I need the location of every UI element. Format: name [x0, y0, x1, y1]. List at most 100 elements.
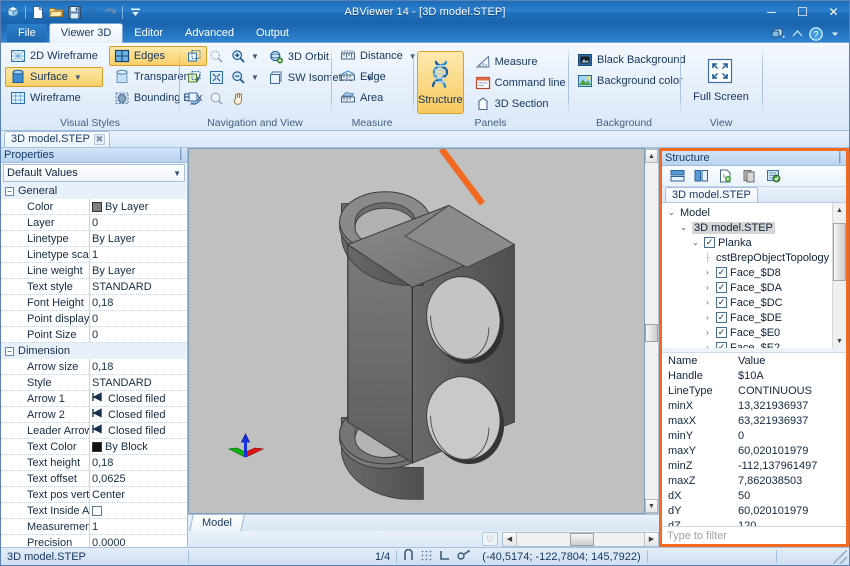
maximize-button[interactable]: ☐ — [787, 1, 818, 23]
property-value[interactable]: By Block — [89, 441, 187, 453]
property-value[interactable]: Closed filed — [89, 408, 187, 421]
chevron-down-icon[interactable]: ⌄ — [690, 238, 701, 247]
pin-icon[interactable]: ⏐ — [837, 152, 843, 165]
button-2d-wireframe[interactable]: 2D Wireframe — [5, 46, 103, 66]
tree-scroll-thumb[interactable] — [833, 223, 846, 281]
grid-row-handle[interactable]: Handle $10A — [662, 368, 846, 383]
tree-node-face-e0[interactable]: › ✓ Face_$E0 — [662, 325, 832, 340]
property-value[interactable]: 1 — [89, 249, 187, 261]
button-measure-edge[interactable]: Edge — [335, 67, 422, 87]
grid-row-maxy[interactable]: maxY 60,020101979 — [662, 443, 846, 458]
chevron-down-icon[interactable]: ⌄ — [678, 223, 689, 232]
undo-icon[interactable] — [84, 4, 100, 20]
viewport-vertical-scrollbar[interactable]: ▲ ▼ — [645, 148, 659, 514]
checkbox[interactable] — [92, 505, 102, 516]
tree-node-cstbrepobjecttopology[interactable]: ├ cstBrepObjectTopology — [662, 250, 832, 265]
property-value[interactable]: 0,18 — [89, 457, 187, 469]
tab-model[interactable]: Model — [189, 515, 245, 531]
property-row-layer[interactable]: Layer 0 — [1, 215, 187, 231]
property-row-leader-arrow[interactable]: Leader Arrow Closed filed — [1, 423, 187, 439]
button-surface[interactable]: Surface ▼ — [5, 67, 103, 87]
chevron-right-icon[interactable]: › — [702, 283, 713, 292]
button-wireframe[interactable]: Wireframe — [5, 88, 103, 108]
grid-row-minz[interactable]: minZ -112,137961497 — [662, 458, 846, 473]
tree-node-face-d8[interactable]: › ✓ Face_$D8 — [662, 265, 832, 280]
grid-row-miny[interactable]: minY 0 — [662, 428, 846, 443]
property-row-text-offset[interactable]: Text offset 0,0625 — [1, 471, 187, 487]
button-measure-panel[interactable]: Measure — [470, 52, 571, 72]
grid-row-dy[interactable]: dY 60,020101979 — [662, 503, 846, 518]
close-icon[interactable]: ✖ — [93, 134, 105, 145]
property-row-text-inside-align[interactable]: Text Inside Alig — [1, 503, 187, 519]
property-row-text-style[interactable]: Text style STANDARD — [1, 279, 187, 295]
minimize-ribbon-icon[interactable] — [789, 26, 805, 41]
button-full-screen[interactable]: Full Screen — [690, 48, 752, 111]
property-row-font-height[interactable]: Font Height 0,18 — [1, 295, 187, 311]
collapse-icon[interactable]: − — [5, 186, 14, 196]
refresh-tree-icon[interactable] — [714, 166, 736, 187]
property-value[interactable]: 0 — [89, 313, 187, 325]
property-value[interactable]: 0 — [89, 329, 187, 341]
property-row-linetype-scale[interactable]: Linetype scale 1 — [1, 247, 187, 263]
grid-row-minx[interactable]: minX 13,321936937 — [662, 398, 846, 413]
chevron-right-icon[interactable]: › — [702, 328, 713, 337]
property-value[interactable]: STANDARD — [89, 377, 187, 389]
horizontal-scroll-track[interactable] — [517, 532, 644, 546]
structure-document-tab[interactable]: 3D model.STEP — [665, 187, 758, 202]
grid-row-linetype[interactable]: LineType CONTINUOUS — [662, 383, 846, 398]
help-dropdown-icon[interactable] — [827, 26, 843, 41]
app-cube-icon[interactable] — [5, 4, 21, 20]
button-measure-distance[interactable]: Distance ▼ — [335, 46, 422, 66]
help-icon[interactable]: ? — [808, 26, 824, 41]
close-button[interactable]: ✕ — [818, 1, 849, 23]
property-value[interactable]: STANDARD — [89, 281, 187, 293]
tree-node-face-da[interactable]: › ✓ Face_$DA — [662, 280, 832, 295]
property-row-text-height[interactable]: Text height 0,18 — [1, 455, 187, 471]
snap-icon[interactable] — [403, 548, 414, 564]
property-row-color[interactable]: Color By Layer — [1, 199, 187, 215]
scroll-down-arrow-icon[interactable]: ▼ — [645, 499, 658, 513]
property-row-measurements[interactable]: Measurements 1 — [1, 519, 187, 535]
property-row-precision[interactable]: Precision 0.0000 — [1, 535, 187, 547]
tree-node-3d-model-step[interactable]: ⌄ 3D model.STEP — [662, 220, 832, 235]
zoom-out-chevron-icon[interactable]: ▼ — [251, 73, 259, 82]
tree-node-checkbox[interactable]: ✓ — [704, 237, 715, 248]
property-row-point-display-mode[interactable]: Point display m 0 — [1, 311, 187, 327]
property-value[interactable]: Center — [89, 489, 187, 501]
zoom-realtime-icon[interactable] — [205, 88, 227, 109]
ucs-icon[interactable]: ♡ — [482, 532, 498, 546]
tree-node-checkbox[interactable]: ✓ — [716, 282, 727, 293]
pan-hand-icon[interactable] — [227, 88, 249, 109]
button-background-color[interactable]: Background color — [572, 71, 691, 91]
button-measure-area[interactable]: Area — [335, 88, 422, 108]
property-row-style[interactable]: Style STANDARD — [1, 375, 187, 391]
zoom-out-icon[interactable] — [227, 67, 249, 88]
button-3d-section[interactable]: 3D Section — [470, 94, 571, 114]
properties-group-general[interactable]: − General — [1, 183, 187, 199]
grid-row-maxz[interactable]: maxZ 7,862038503 — [662, 473, 846, 488]
zoom-previous-icon[interactable] — [183, 67, 205, 88]
property-value[interactable]: By Layer — [89, 265, 187, 277]
tab-advanced[interactable]: Advanced — [174, 24, 245, 43]
minimize-button[interactable]: ─ — [756, 1, 787, 23]
tree-node-face-dc[interactable]: › ✓ Face_$DC — [662, 295, 832, 310]
collapse-icon[interactable]: − — [5, 346, 14, 356]
properties-refresh-icon[interactable] — [762, 166, 784, 187]
property-row-text-color[interactable]: Text Color By Block — [1, 439, 187, 455]
zoom-extents-icon[interactable] — [205, 46, 227, 67]
property-row-arrow-2[interactable]: Arrow 2 Closed filed — [1, 407, 187, 423]
tab-editor[interactable]: Editor — [123, 24, 174, 43]
chevron-right-icon[interactable]: › — [702, 343, 713, 348]
property-value[interactable]: Closed filed — [89, 424, 187, 437]
zoom-fit-icon[interactable] — [205, 67, 227, 88]
tree-node-face-de[interactable]: › ✓ Face_$DE — [662, 310, 832, 325]
window-mode-icon[interactable] — [770, 26, 786, 41]
button-black-background[interactable]: Black Background — [572, 50, 691, 70]
scroll-up-arrow-icon[interactable]: ▲ — [645, 149, 658, 163]
3d-viewport[interactable] — [188, 148, 645, 514]
chevron-right-icon[interactable]: › — [702, 298, 713, 307]
chevron-down-icon[interactable]: ▼ — [173, 169, 181, 178]
viewport-horizontal-scrollbar[interactable]: ◀ ▶ — [502, 531, 659, 547]
vertical-scroll-thumb[interactable] — [645, 324, 658, 343]
osnap-icon[interactable] — [457, 549, 471, 564]
